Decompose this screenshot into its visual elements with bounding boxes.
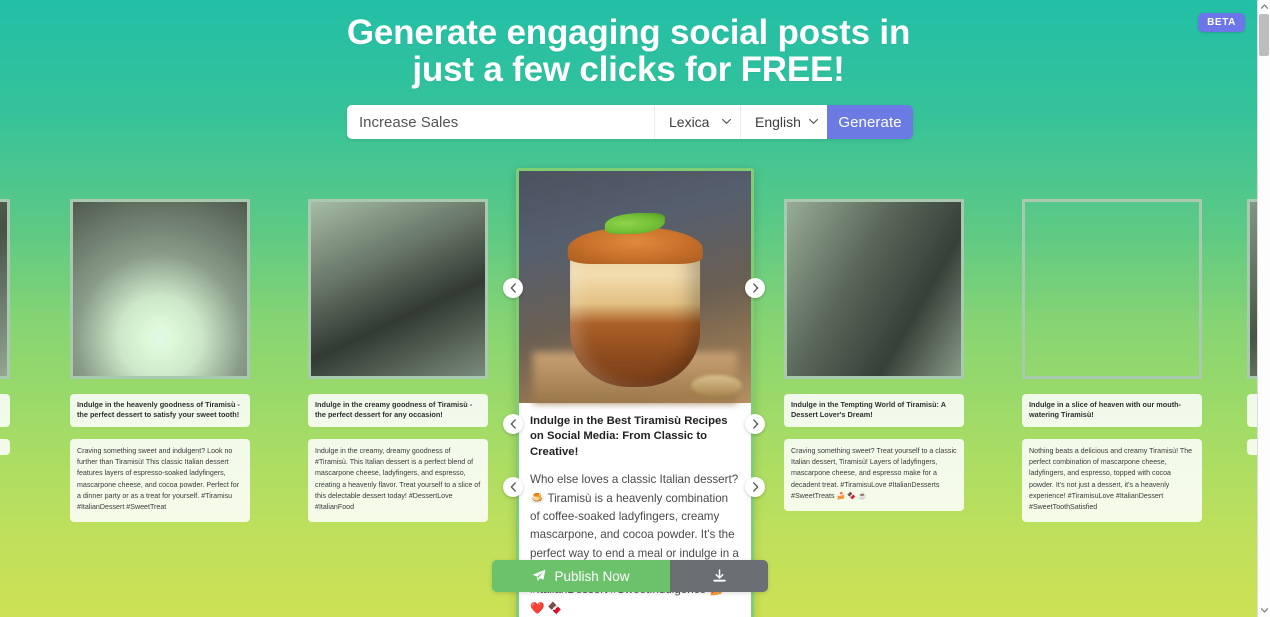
slide-thumbnail[interactable] [70, 199, 250, 379]
generate-form: Lexica English Generate [347, 105, 913, 139]
beta-badge: BETA [1198, 13, 1245, 32]
slide-title: Indulge in the creamy goodness of Tirami… [308, 394, 488, 427]
post-carousel: Indulge in the heavenly goodness of Tira… [0, 160, 1270, 617]
scrollbar-thumb[interactable] [1259, 14, 1269, 56]
model-select-wrapper: Lexica [654, 105, 740, 139]
page-scrollbar[interactable] [1257, 0, 1270, 617]
carousel-slide-1[interactable]: Indulge in the heavenly goodness of Tira… [70, 160, 250, 523]
publish-now-button[interactable]: Publish Now [492, 560, 670, 592]
title-prev-arrow[interactable] [503, 414, 523, 434]
slide-body: Craving something sweet and indulgent? L… [70, 439, 250, 523]
title-next-arrow[interactable] [745, 414, 765, 434]
scrollbar-down-arrow[interactable] [1258, 604, 1270, 617]
slide-body: Craving something sweet? Treat yourself … [784, 439, 964, 512]
image-next-arrow[interactable] [745, 278, 765, 298]
slide-body [0, 439, 10, 455]
active-slide-title: Indulge in the Best Tiramisù Recipes on … [530, 415, 728, 458]
slide-title: Indulge in the Tempting World of Tiramis… [784, 394, 964, 427]
carousel-slide-3[interactable]: Indulge in the Tempting World of Tiramis… [784, 160, 964, 512]
active-slide-body: Who else loves a classic Italian dessert… [530, 473, 739, 615]
page-title-line-1: Generate engaging social posts in [346, 13, 911, 52]
generate-button[interactable]: Generate [827, 105, 913, 139]
image-spoon-shape [690, 375, 742, 397]
carousel-slide-2[interactable]: Indulge in the creamy goodness of Tirami… [308, 160, 488, 523]
image-prev-arrow[interactable] [503, 278, 523, 298]
scrollbar-track[interactable] [1258, 56, 1270, 604]
active-slide-image[interactable] [519, 171, 751, 403]
carousel-slide-active[interactable]: Indulge in the Best Tiramisù Recipes on … [516, 168, 754, 617]
download-button[interactable] [670, 560, 768, 592]
action-bar: Publish Now [492, 560, 768, 592]
slide-title: Indulge in a slice of heaven with our mo… [1022, 394, 1202, 427]
carousel-slide-edge-left[interactable] [0, 160, 10, 455]
slide-body: Indulge in the creamy, dreamy goodness o… [308, 439, 488, 523]
slide-thumbnail[interactable] [1022, 199, 1202, 379]
image-glass-shape [570, 242, 700, 387]
slide-thumbnail[interactable] [784, 199, 964, 379]
publish-now-label: Publish Now [554, 568, 630, 584]
bottom-floating-widget[interactable] [631, 610, 651, 617]
page-title: Generate engaging social posts in just a… [0, 14, 1257, 89]
page-title-line-2: just a few clicks for FREE! [412, 50, 845, 90]
paper-plane-icon [532, 569, 546, 583]
slide-thumbnail[interactable] [0, 199, 10, 379]
model-select[interactable]: Lexica [655, 105, 736, 139]
carousel-slide-4[interactable]: Indulge in a slice of heaven with our mo… [1022, 160, 1202, 523]
prompt-input[interactable] [347, 105, 654, 139]
language-select[interactable]: English [741, 105, 827, 139]
download-icon [712, 568, 727, 584]
language-select-wrapper: English [740, 105, 827, 139]
slide-body: Nothing beats a delicious and creamy Tir… [1022, 439, 1202, 523]
slide-title [0, 394, 10, 427]
scrollbar-up-arrow[interactable] [1258, 0, 1270, 13]
slide-thumbnail[interactable] [308, 199, 488, 379]
body-prev-arrow[interactable] [503, 477, 523, 497]
body-next-arrow[interactable] [745, 477, 765, 497]
slide-title: Indulge in the heavenly goodness of Tira… [70, 394, 250, 427]
